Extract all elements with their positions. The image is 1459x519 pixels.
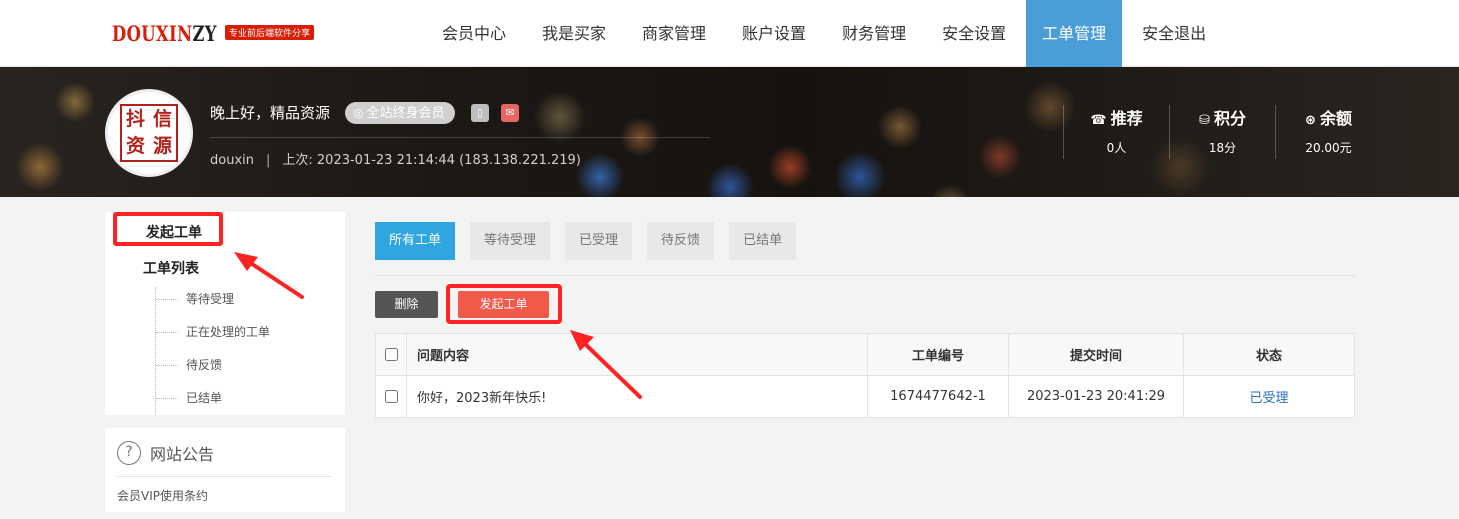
ticket-content[interactable]: 你好，2023新年快乐! [406,375,868,418]
logo-tagline: 专业前后端软件分享 [225,25,315,40]
phone-icon[interactable]: ▯ [471,104,489,122]
ticket-status-link[interactable]: 已受理 [1249,391,1288,406]
avatar[interactable]: 抖 信 资 源 [105,89,193,177]
ticket-time: 2023-01-23 20:41:29 [1008,375,1184,418]
column-header-status: 状态 [1183,333,1355,376]
nav-security[interactable]: 安全设置 [926,0,1022,67]
sidebar-item-closed[interactable]: 已结单 [156,386,305,419]
stat-referrals[interactable]: ☎ 推荐 0人 [1063,105,1169,159]
column-header-id: 工单编号 [867,333,1009,376]
new-ticket-button[interactable]: 发起工单 [458,291,549,318]
avatar-char: 源 [152,135,172,157]
sidebar-item-new-ticket[interactable]: 发起工单 [113,212,223,246]
notice-divider [117,476,332,477]
separator: | [266,153,271,168]
sidebar-item-processing[interactable]: 正在处理的工单 [156,320,305,353]
row-select-cell [375,375,407,418]
banner-divider [210,137,710,138]
stat-balance[interactable]: ⊛ 余额 20.00元 [1275,105,1381,159]
sidebar-item-feedback[interactable]: 待反馈 [156,353,305,386]
content-divider [375,275,1355,276]
sidebar-sub-items: 等待受理 正在处理的工单 待反馈 已结单 [155,287,305,415]
last-login: 上次: 2023-01-23 21:14:44 (183.138.221.219… [282,153,581,168]
logo-wordmark: DOUXINZY [112,20,217,46]
phone-icon: ☎ [1090,113,1107,128]
stat-value: 18分 [1208,141,1237,155]
ticket-tabs: 所有工单 等待受理 已受理 待反馈 已结单 [375,222,811,260]
nav-account-settings[interactable]: 账户设置 [726,0,822,67]
coin-icon: ⊛ [1305,113,1316,128]
nav-buyer[interactable]: 我是买家 [526,0,622,67]
stat-title: 积分 [1213,109,1246,128]
tab-closed[interactable]: 已结单 [729,222,797,260]
tab-all[interactable]: 所有工单 [375,222,456,260]
sidebar-item-ticket-list[interactable]: 工单列表 [143,258,199,278]
avatar-char: 信 [152,108,172,130]
main-nav: 会员中心 我是买家 商家管理 账户设置 财务管理 安全设置 工单管理 安全退出 [424,0,1224,67]
row-checkbox[interactable] [384,390,398,403]
username: douxin [210,153,254,168]
notice-panel: ? 网站公告 会员VIP使用条约 [105,428,345,512]
column-header-content: 问题内容 [406,333,868,376]
member-badge-label: 全站终身会员 [366,106,445,121]
table-header-row: 问题内容 工单编号 提交时间 状态 [375,333,1355,376]
mail-icon[interactable]: ✉ [501,104,519,122]
column-header-time: 提交时间 [1008,333,1184,376]
stat-title: 推荐 [1110,109,1143,128]
stat-title: 余额 [1319,109,1352,128]
database-icon: ⛁ [1199,113,1210,128]
stat-points[interactable]: ⛁ 积分 18分 [1169,105,1275,159]
notice-title: 网站公告 [150,445,215,464]
sidebar-menu: 发起工单 工单列表 等待受理 正在处理的工单 待反馈 已结单 [105,212,345,415]
nav-logout[interactable]: 安全退出 [1126,0,1222,67]
notice-header: ? 网站公告 [117,441,214,465]
table-row[interactable]: 你好，2023新年快乐! 1674477642-1 2023-01-23 20:… [375,375,1355,418]
nav-tickets[interactable]: 工单管理 [1026,0,1123,67]
user-stats: ☎ 推荐 0人 ⛁ 积分 18分 ⊛ 余额 20.00元 [1063,105,1381,159]
nav-merchant[interactable]: 商家管理 [626,0,722,67]
delete-button[interactable]: 删除 [375,291,438,318]
avatar-char: 抖 [125,108,145,130]
tab-pending[interactable]: 等待受理 [470,222,551,260]
vip-icon: ◎ [353,106,364,120]
sidebar-item-pending[interactable]: 等待受理 [156,287,305,320]
select-all-cell [375,333,407,376]
user-info-row: douxin | 上次: 2023-01-23 21:14:44 (183.138.… [210,149,581,168]
tab-accepted[interactable]: 已受理 [565,222,633,260]
ticket-status-cell: 已受理 [1183,375,1355,418]
nav-member-center[interactable]: 会员中心 [426,0,522,67]
annotation-box: 发起工单 [446,284,562,324]
stat-value: 0人 [1106,141,1127,155]
top-header: DOUXINZY 专业前后端软件分享 会员中心 我是买家 商家管理 账户设置 财… [0,0,1459,67]
stat-value: 20.00元 [1305,141,1352,155]
greeting-text: 晚上好，精品资源 [210,104,331,122]
nav-finance[interactable]: 财务管理 [826,0,922,67]
notice-link[interactable]: 会员VIP使用条约 [117,487,208,504]
question-icon: ? [117,441,141,465]
avatar-seal: 抖 信 资 源 [120,104,178,162]
ticket-table: 问题内容 工单编号 提交时间 状态 你好，2023新年快乐! 167447764… [375,333,1355,418]
tab-feedback[interactable]: 待反馈 [647,222,715,260]
ticket-id: 1674477642-1 [867,375,1009,418]
select-all-checkbox[interactable] [384,348,398,361]
member-badge: ◎ 全站终身会员 [345,102,455,124]
avatar-char: 资 [125,135,145,157]
